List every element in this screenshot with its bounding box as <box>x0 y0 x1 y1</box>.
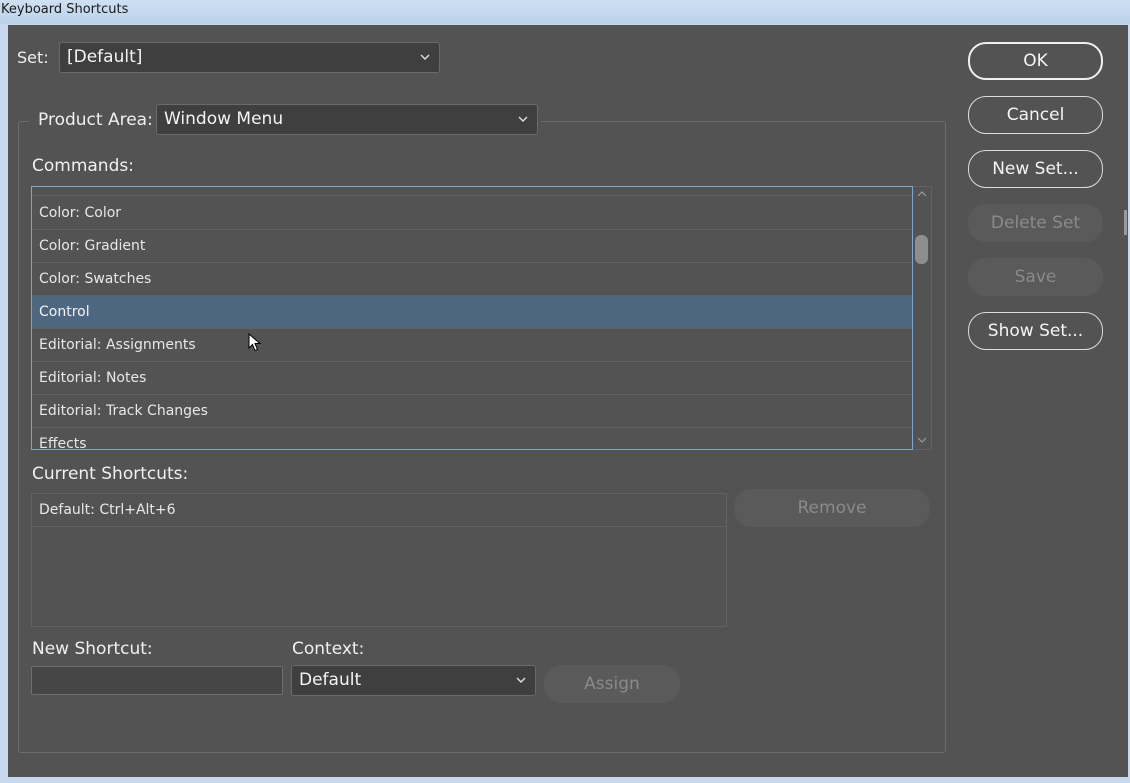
chevron-up-icon[interactable] <box>917 191 927 197</box>
ok-button[interactable]: OK <box>968 42 1103 80</box>
set-dropdown-value: [Default] <box>67 47 143 67</box>
save-button[interactable]: Save <box>968 258 1103 296</box>
delete-set-button[interactable]: Delete Set <box>968 204 1103 242</box>
current-shortcuts-label: Current Shortcuts: <box>32 464 189 484</box>
list-item[interactable]: Effects <box>32 428 912 449</box>
list-item[interactable]: Default: Ctrl+Alt+6 <box>32 494 726 527</box>
new-shortcut-label: New Shortcut: <box>32 639 153 659</box>
commands-scrollbar[interactable] <box>913 186 932 450</box>
list-item-selected[interactable]: Control <box>32 296 912 329</box>
list-item[interactable]: Editorial: Assignments <box>32 329 912 362</box>
product-area-label: Product Area: <box>38 110 153 130</box>
window-title: Keyboard Shortcuts <box>1 2 129 17</box>
show-set-button[interactable]: Show Set... <box>968 312 1103 350</box>
chevron-down-icon <box>516 677 526 683</box>
list-item[interactable]: Editorial: Track Changes <box>32 395 912 428</box>
current-shortcuts-list[interactable]: Default: Ctrl+Alt+6 <box>31 493 727 627</box>
new-set-button[interactable]: New Set... <box>968 150 1103 188</box>
chevron-down-icon[interactable] <box>917 437 927 443</box>
cancel-button[interactable]: Cancel <box>968 96 1103 134</box>
scrollbar-thumb[interactable] <box>915 235 928 264</box>
remove-button[interactable]: Remove <box>734 489 930 527</box>
set-label: Set: <box>17 48 49 67</box>
list-item[interactable]: Color: Swatches <box>32 263 912 296</box>
chevron-down-icon <box>420 54 430 60</box>
commands-label: Commands: <box>32 156 134 176</box>
context-label: Context: <box>292 639 365 659</box>
context-dropdown-value: Default <box>299 670 362 690</box>
assign-button[interactable]: Assign <box>544 665 680 703</box>
mouse-pointer-icon <box>248 333 262 352</box>
list-item[interactable]: Editorial: Notes <box>32 362 912 395</box>
list-item[interactable]: Color: Color <box>32 197 912 230</box>
window-edge <box>1124 210 1127 235</box>
context-dropdown[interactable]: Default <box>291 665 536 696</box>
product-area-dropdown-value: Window Menu <box>164 109 284 129</box>
list-item[interactable]: Color: Gradient <box>32 230 912 263</box>
set-dropdown[interactable]: [Default] <box>59 42 440 73</box>
list-item-partial <box>32 187 912 196</box>
product-area-dropdown[interactable]: Window Menu <box>156 104 538 135</box>
dialog-body: Set: [Default] Product Area: Window Menu… <box>8 25 1128 777</box>
title-bar: Keyboard Shortcuts <box>0 0 1130 24</box>
chevron-down-icon <box>518 116 528 122</box>
commands-list[interactable]: Color: Color Color: Gradient Color: Swat… <box>31 186 913 450</box>
new-shortcut-input[interactable] <box>31 666 283 695</box>
